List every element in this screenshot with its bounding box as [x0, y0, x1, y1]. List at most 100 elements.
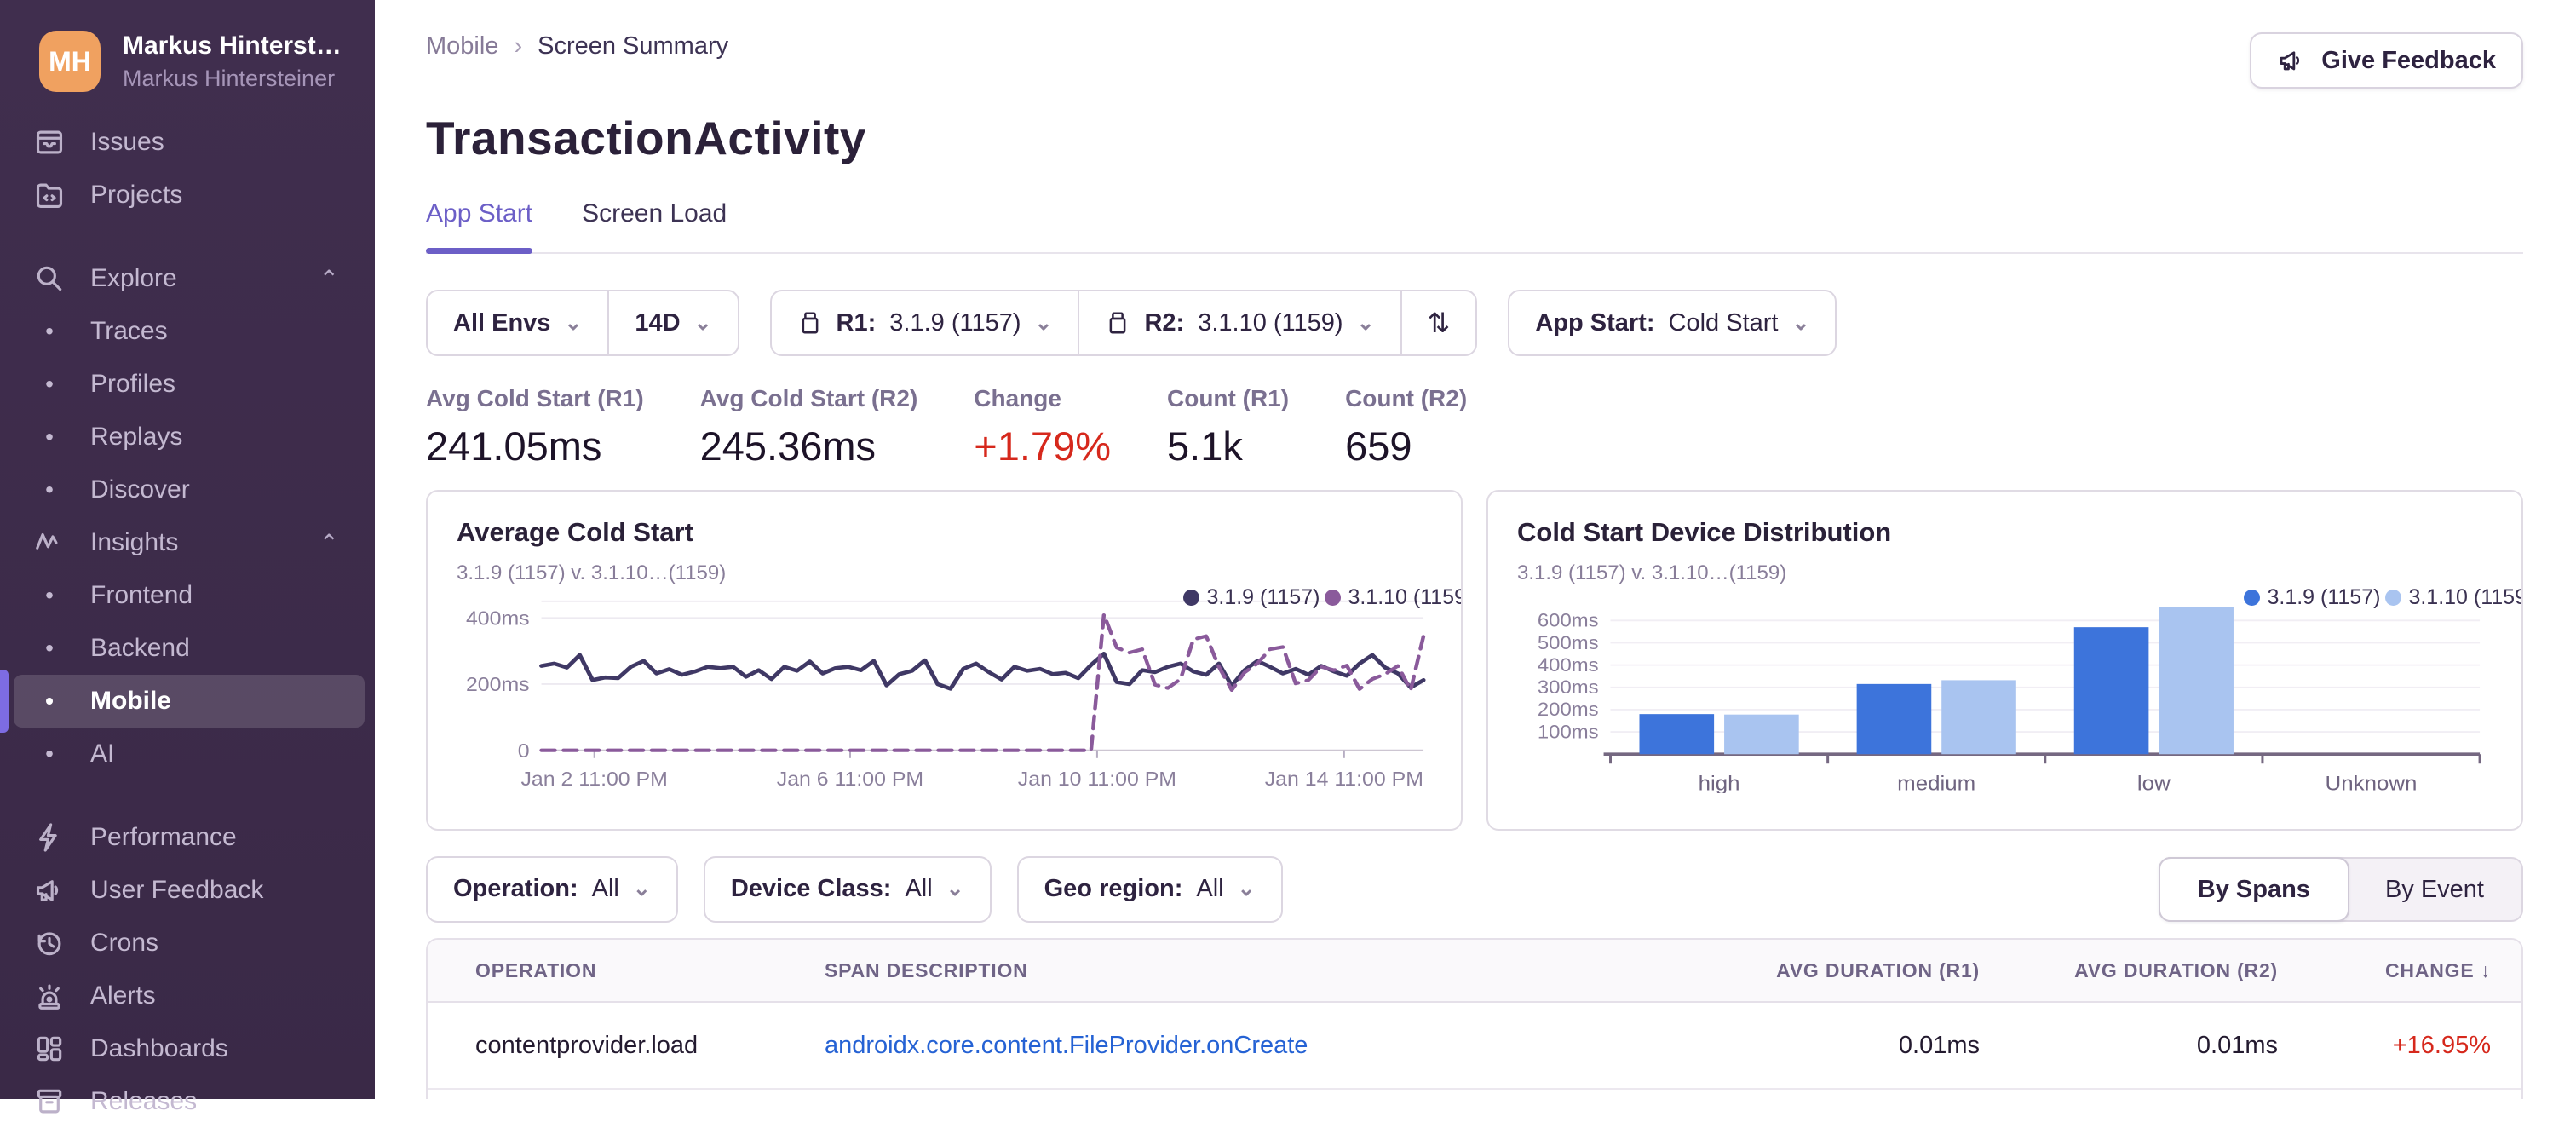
device-class-filter-group: Device Class: All ⌄ — [703, 856, 992, 923]
sort-desc-icon[interactable]: ↓ — [2481, 959, 2491, 981]
release-r2-selector[interactable]: R2: 3.1.10 (1159) ⌄ — [1078, 291, 1400, 354]
give-feedback-label: Give Feedback — [2321, 46, 2496, 74]
sidebar-item-performance[interactable]: Performance — [14, 811, 365, 864]
legend-dot — [1183, 590, 1200, 606]
stat-value: 5.1k — [1167, 423, 1243, 469]
sidebar-item-label: Performance — [90, 823, 237, 851]
sidebar-item-replays[interactable]: • Replays — [14, 411, 365, 463]
sidebar-group-insights[interactable]: Insights ⌃ — [14, 516, 365, 569]
sidebar-item-discover[interactable]: • Discover — [14, 463, 365, 516]
chevron-right-icon: › — [514, 32, 523, 60]
col-change[interactable]: CHANGE ↓ — [2278, 959, 2491, 982]
app-start-type-group: App Start: Cold Start ⌄ — [1508, 290, 1837, 356]
stat-count-r2: Count (R2) 659 — [1345, 385, 1467, 469]
stats-row: Avg Cold Start (R1) 241.05ms Avg Cold St… — [426, 385, 2523, 469]
chart-subtitle: 3.1.9 (1157) v. 3.1.10…(1159) — [457, 561, 727, 584]
table-row-partial — [428, 1090, 2521, 1099]
sidebar-item-profiles[interactable]: • Profiles — [14, 358, 365, 411]
legend-dot — [2385, 590, 2402, 606]
sidebar-group-label: Explore — [90, 264, 177, 292]
svg-text:600ms: 600ms — [1538, 610, 1599, 631]
by-event-toggle[interactable]: By Event — [2348, 859, 2521, 920]
sidebar-item-frontend[interactable]: • Frontend — [14, 569, 365, 622]
operation-filter[interactable]: Operation: All ⌄ — [428, 858, 676, 919]
geo-region-filter[interactable]: Geo region: All ⌄ — [1019, 858, 1281, 919]
chevron-up-icon[interactable]: ⌃ — [319, 265, 365, 293]
sidebar-item-label: Projects — [90, 181, 183, 209]
avatar: MH — [39, 31, 101, 92]
stat-label: Change — [974, 385, 1061, 411]
bullet-icon: • — [45, 371, 54, 397]
stat-label: Avg Cold Start (R1) — [426, 385, 644, 411]
give-feedback-button[interactable]: Give Feedback — [2250, 32, 2523, 89]
bullet-icon: • — [45, 740, 54, 767]
filter-value: All — [591, 874, 619, 902]
sidebar-group-label: Insights — [90, 528, 179, 556]
lightning-icon — [32, 821, 66, 854]
chevron-down-icon: ⌄ — [946, 877, 964, 901]
svg-text:300ms: 300ms — [1538, 676, 1599, 698]
stat-value: 245.36ms — [699, 423, 877, 469]
stat-avg-cold-start-r1: Avg Cold Start (R1) 241.05ms — [426, 385, 644, 469]
sidebar-item-ai[interactable]: • AI — [14, 728, 365, 780]
device-class-filter[interactable]: Device Class: All ⌄ — [705, 858, 990, 919]
tab-screen-load[interactable]: Screen Load — [582, 199, 727, 252]
period-filter[interactable]: 14D ⌄ — [607, 291, 737, 354]
stat-value: 659 — [1345, 423, 1412, 469]
sidebar-item-alerts[interactable]: Alerts — [14, 970, 365, 1022]
col-avg-duration-r1[interactable]: AVG DURATION (R1) — [1656, 959, 1980, 982]
sidebar-item-label: Releases — [90, 1087, 198, 1115]
sidebar: MH Markus Hinterst… Markus Hintersteiner… — [0, 0, 375, 1115]
line-chart[interactable]: 0 200ms 400ms Jan 2 11:00 PM Jan 6 11:00 PM J… — [457, 590, 1432, 793]
filter-label: Device Class: — [730, 874, 892, 902]
app-start-type-filter[interactable]: App Start: Cold Start ⌄ — [1509, 291, 1835, 354]
breadcrumb-mobile[interactable]: Mobile — [426, 32, 498, 60]
svg-text:100ms: 100ms — [1538, 721, 1599, 742]
sidebar-item-label: Crons — [90, 929, 159, 957]
span-filter-bar: Operation: All ⌄ Device Class: All ⌄ Geo… — [426, 856, 2523, 923]
sidebar-group-explore[interactable]: Explore ⌃ — [14, 252, 365, 305]
avg-cold-start-chart-card: Average Cold Start 3.1.9 (1157) v. 3.1.1… — [426, 490, 1463, 831]
tab-bar: App Start Screen Load — [426, 199, 2523, 254]
r1-label: R1: — [836, 308, 877, 337]
sidebar-nav: Issues Projects Explore ⌃ • Traces • Pro… — [0, 116, 375, 1128]
chart-title: Cold Start Device Distribution — [1517, 517, 1892, 547]
sidebar-item-mobile[interactable]: • Mobile — [0, 670, 365, 733]
svg-text:Jan 2 11:00 PM: Jan 2 11:00 PM — [521, 768, 668, 791]
env-filter[interactable]: All Envs ⌄ — [428, 291, 607, 354]
insights-icon — [32, 527, 66, 559]
app-start-label: App Start: — [1535, 308, 1655, 337]
cell-avg-duration-r2: 0.01ms — [2196, 1031, 2278, 1059]
sidebar-item-dashboards[interactable]: Dashboards — [14, 1022, 365, 1075]
swap-releases-button[interactable]: ⇅ — [1400, 291, 1476, 354]
issues-icon — [32, 126, 66, 158]
bar-chart[interactable]: 100ms200ms300ms400ms500ms600ms high medium… — [1517, 590, 2493, 793]
col-span-description[interactable]: SPAN DESCRIPTION — [825, 959, 1656, 982]
operation-filter-group: Operation: All ⌄ — [426, 856, 678, 923]
sidebar-item-projects[interactable]: Projects — [14, 169, 365, 222]
col-avg-duration-r2[interactable]: AVG DURATION (R2) — [1980, 959, 2278, 982]
user-menu[interactable]: MH Markus Hinterst… Markus Hintersteiner — [0, 0, 375, 116]
by-spans-toggle[interactable]: By Spans — [2158, 857, 2349, 922]
bullet-icon: • — [45, 476, 54, 503]
col-operation[interactable]: OPERATION — [475, 959, 825, 982]
period-value: 14D — [635, 308, 681, 337]
bullet-icon: • — [45, 582, 54, 608]
breadcrumb: Mobile › Screen Summary — [426, 32, 728, 60]
main-content: Mobile › Screen Summary Give Feedback Tr… — [375, 0, 2576, 1099]
sidebar-item-issues[interactable]: Issues — [14, 116, 365, 169]
chevron-up-icon[interactable]: ⌃ — [319, 529, 365, 557]
env-period-group: All Envs ⌄ 14D ⌄ — [426, 290, 739, 356]
cell-change: +16.95% — [2392, 1031, 2491, 1059]
sidebar-item-releases[interactable]: Releases — [14, 1075, 365, 1128]
tab-app-start[interactable]: App Start — [426, 199, 533, 254]
release-r1-selector[interactable]: R1: 3.1.9 (1157) ⌄ — [772, 291, 1078, 354]
sidebar-item-user-feedback[interactable]: User Feedback — [14, 864, 365, 917]
legend-label: 3.1.10 (1159 — [2408, 585, 2523, 609]
sidebar-item-crons[interactable]: Crons — [14, 917, 365, 970]
chevron-down-icon: ⌄ — [1034, 311, 1053, 335]
sidebar-item-traces[interactable]: • Traces — [14, 305, 365, 358]
cell-span-description-link[interactable]: androidx.core.content.FileProvider.onCre… — [825, 1032, 1656, 1060]
svg-text:Jan 10 11:00 PM: Jan 10 11:00 PM — [1018, 768, 1176, 791]
sidebar-item-backend[interactable]: • Backend — [14, 622, 365, 675]
